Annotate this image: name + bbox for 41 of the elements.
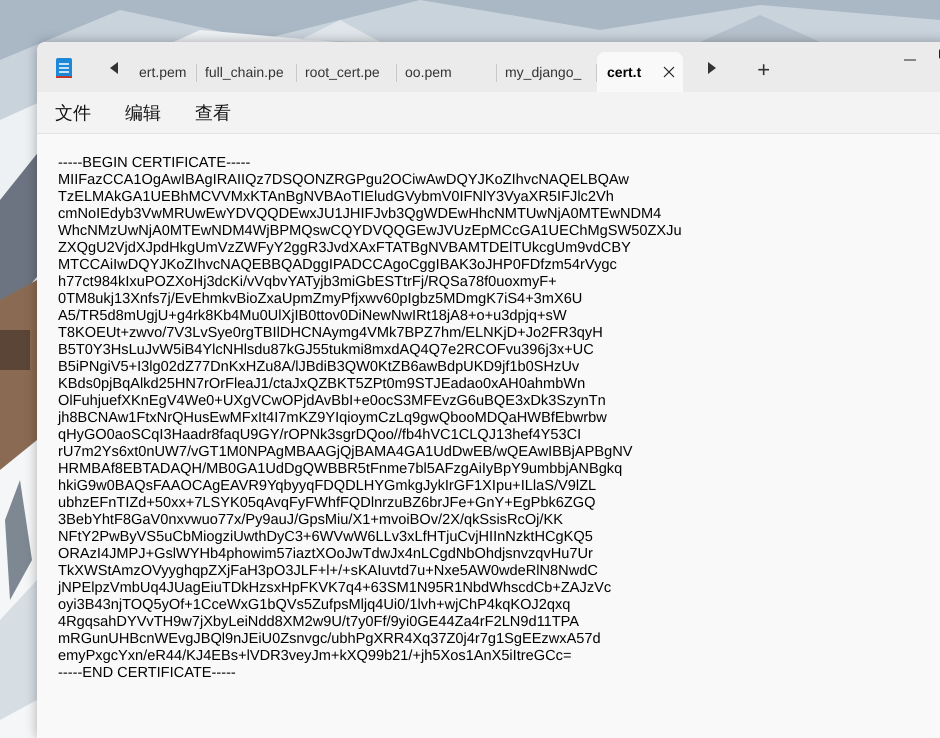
text-line: 0TM8ukj13Xnfs7j/EvEhmkvBioZxaUpmZmyPfjxwv60pIgbz5MDmgK7iS4+3mX6U [58, 291, 584, 308]
text-line: WhcNMzUwNjA0MTEwNDM4WjBPMQswCQYDVQQGEwJVUzEpMCcGA1UEChMgSW50ZXJu [58, 223, 683, 240]
text-line: MIIFazCCA1OgAwIBAgIRAIIQz7DSQONZRGPgu2OCiwAwDQYJKoZIhvcNAQELBQAw [58, 172, 630, 189]
text-line: ubhzEFnTIZd+50xx+7LSYK05qAvqFyFWhfFQDlnrzuBZ6brJFe+GnY+EgPbk6ZGQ [58, 495, 597, 512]
text-line: B5iPNgiV5+I3lg02dZ77DnKxHZu8A/lJBdiB3QW0KtZB6awBdpUKD9jf1b0SHzUv [58, 359, 580, 376]
menu-item[interactable]: 文件 [55, 100, 91, 124]
text-line: jh8BCNAw1FtxNrQHusEwMFxIt4I7mKZ9YIqioymCzLq9gwQbooMDQaHWBfEbwrbw [58, 410, 608, 427]
file-tab[interactable]: root_cert.pe [297, 52, 397, 92]
text-line: emyPxgcYxn/eR44/KJ4EBs+lVDR3veyJm+kXQ99b21/+jh5Xos1AnX5iItreGCc= [58, 648, 572, 665]
text-line: NFtY2PwByVS5uCbMiogziUwthDyC3+6WVwW6LLv3xLfHTjuCvjHIInNzktHCgKQ5 [58, 529, 594, 546]
text-line: h77ct984kIxuPOZXoHj3dcKi/vVqbvYATyjb3miGbESTtrFj/RQSa78f0uoxmyF+ [58, 274, 558, 291]
new-tab-button[interactable]: + [751, 56, 776, 84]
text-line: 3BebYhtF8GaV0nxvwuo77x/Py9auJ/GpsMiu/X1+mvoiBOv/2X/qkSsisRcOj/KK [58, 512, 564, 529]
text-line: ZXQgU2VjdXJpdHkgUmVzZWFyY2ggR3JvdXAxFTATBgNVBAMTDElTUkcgUm9vdCBY [58, 240, 632, 257]
text-line: oyi3B43njTOQ5yOf+1CceWxG1bQVs5ZufpsMljq4Ui0/1lvh+wjChP4kqKOJ2qxq [58, 597, 572, 614]
menu-item[interactable]: 编辑 [125, 100, 161, 124]
text-line: ORAzI4JMPJ+GslWYHb4phowim57iaztXOoJwTdwJx4nLCgdNbOhdjsnvzqvHu7Ur [58, 546, 594, 563]
text-line: -----BEGIN CERTIFICATE----- [58, 155, 252, 172]
text-line: MTCCAiIwDQYJKoZIhvcNAQEBBQADggIPADCCAgoCggIBAK3oJHP0FDfzm54rVygc [58, 257, 618, 274]
text-line: cmNoIEdyb3VwMRUwEwYDVQQDEwxJU1JHIFJvb3QgWDEwHhcNMTUwNjA0MTEwNDM4 [58, 206, 662, 223]
text-line: jNPElpzVmbUq4JUagEiuTDkHzsxHpFKVK7q4+63SM1N95R1NbdWhscdCb+ZAJzVc [58, 580, 612, 597]
file-tab[interactable]: full_chain.pe [197, 52, 297, 92]
text-line: HRMBAf8EBTADAQH/MB0GA1UdDgQWBBR5tFnme7bl5AFzgAiIyBpY9umbbjANBgkq [58, 461, 624, 478]
file-tab[interactable]: my_django_ [497, 52, 597, 92]
text-line: T8KOEUt+zwvo/7V3LvSye0rgTBIlDHCNAymg4VMk7BPZ7hm/ELNKjD+Jo2FR3qyH [58, 325, 604, 342]
text-line: TkXWStAmzOVyyghqpZXjFaH3pO3JLF+l+/+sKAIuvtd7u+Nxe5AW0wdeRlN8NwdC [58, 563, 599, 580]
text-line: OlFuhjuefXKnEgV4We0+UXgVCwOPjdAvBbI+e0ocS3MFEvzG6uBQE3xDk3SzynTn [58, 393, 607, 410]
file-tab[interactable]: oo.pem [397, 52, 497, 92]
text-line: A5/TR5d8mUgjU+g4rk8Kb4Mu0UlXjIB0ttov0DiNewNwIRt18jA8+o+u3dpjq+sW [58, 308, 568, 325]
text-line: B5T0Y3HsLuJvW5iB4YlcNHlsdu87kGJ55tukmi8mxdAQ4Q7e2RCOFvu396j3x+UC [58, 342, 595, 359]
text-line: 4RgqsahDYVvTH9w7jXbyLeiNdd8XM2w9U/t7y0Ff/9yi0GE44Za4rF2LN9d11TPA [58, 614, 580, 631]
text-line: hkiG9w0BAQsFAAOCAgEAVR9YqbyyqFDQDLHYGmkgJykIrGF1XIpu+ILlaS/V9lZL [58, 478, 598, 495]
file-tab[interactable]: ert.pem [131, 52, 197, 92]
text-line: KBds0pjBqAlkd25HN7rOrFleaJ1/ctaJxQZBKT5ZPt0m9STJEadao0xAH0ahmbWn [58, 376, 586, 393]
text-line: TzELMAkGA1UEBhMCVVMxKTAnBgNVBAoTIEludGVybmV0IFNlY3VyaXR5IFJlc2Vh [58, 189, 615, 206]
menu-item[interactable]: 查看 [195, 100, 231, 124]
text-line: qHyGO0aoSCqI3Haadr8faqU9GY/rOPNk3sgrDQoo//fb4hVC1CLQJ13hef4Y53CI [58, 427, 582, 444]
text-line: -----END CERTIFICATE----- [58, 665, 237, 682]
text-line: rU7m2Ys6xt0nUW7/vGT1M0NPAgMBAAGjQjBAMA4GA1UdDwEB/wQEAwIBBjAPBgNV [58, 444, 634, 461]
text-line: mRGunUHBcnWEvgJBQl9nJEiU0Zsnvgc/ubhPgXRR4Xq37Z0j4r7g1SgEEzwxA57d [58, 631, 602, 648]
file-tab[interactable]: cert.t [597, 52, 684, 92]
